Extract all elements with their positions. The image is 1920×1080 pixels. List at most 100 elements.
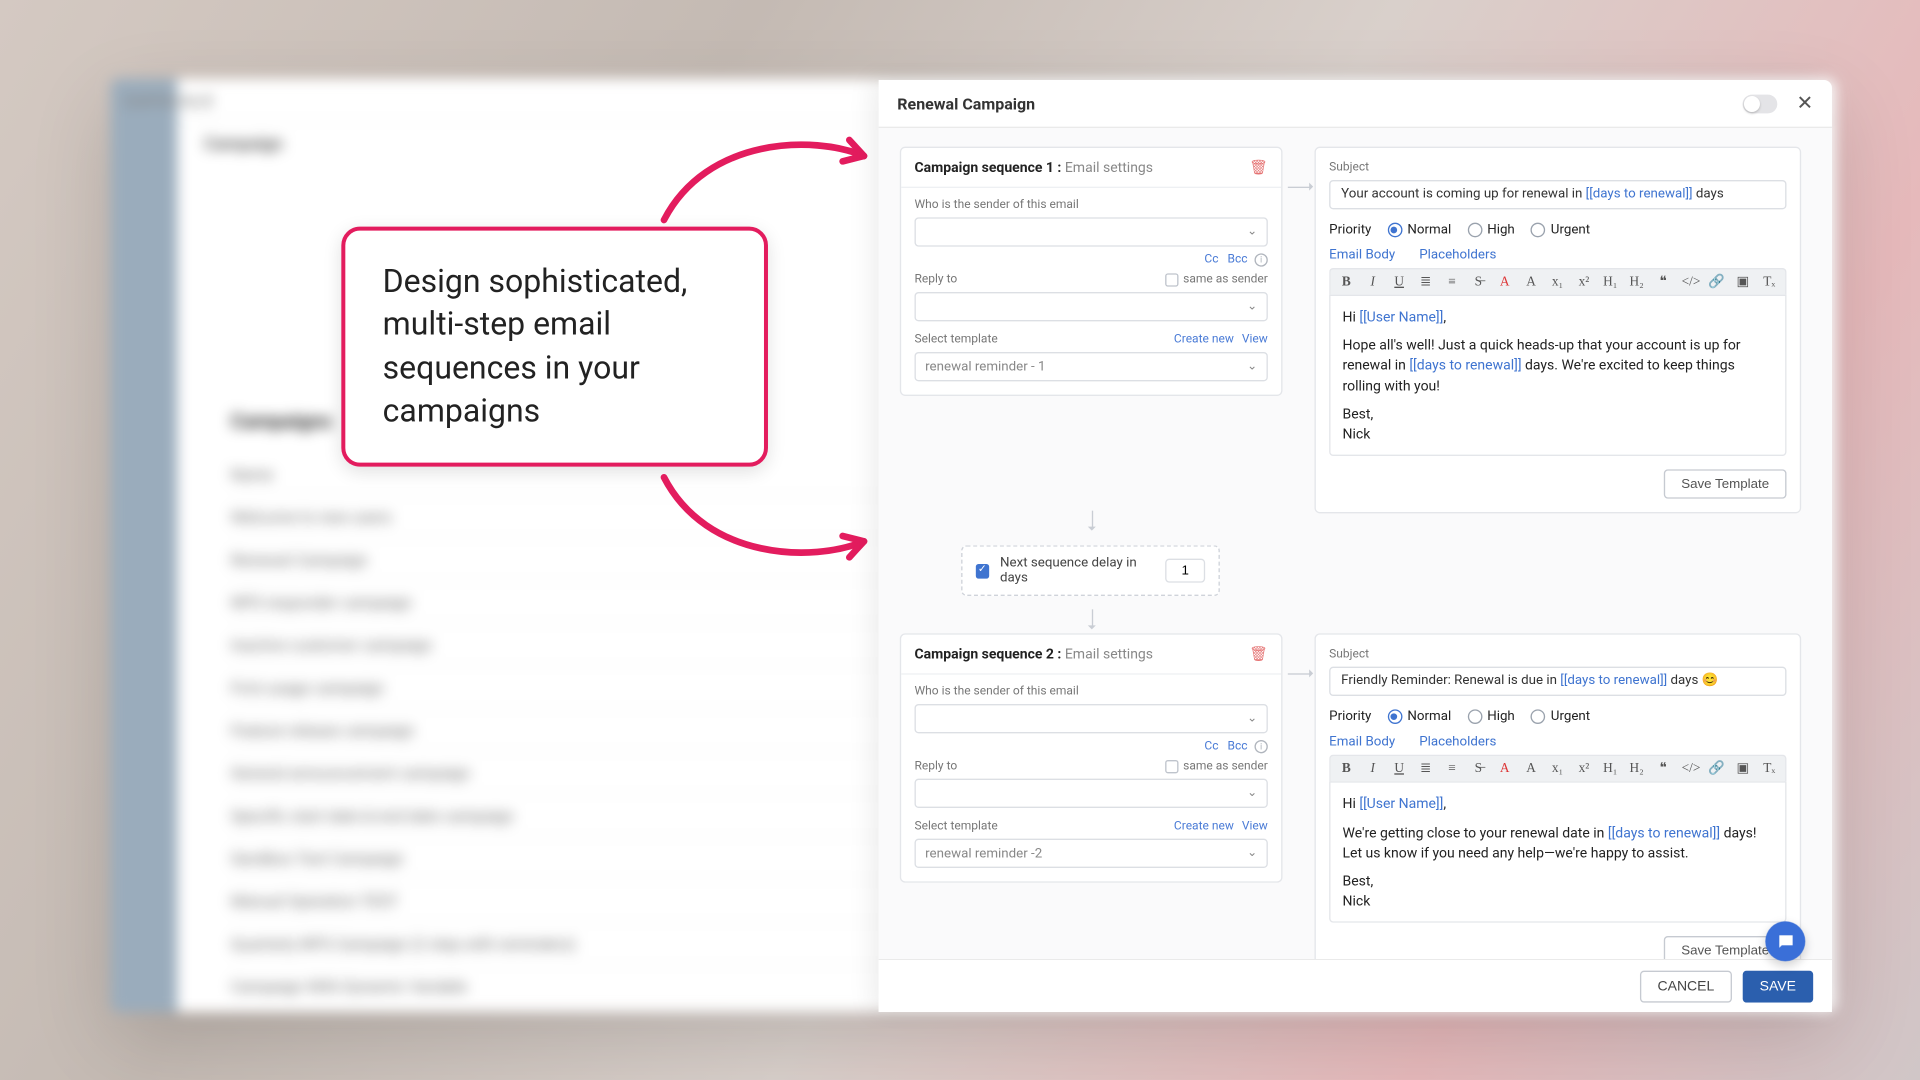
- same-sender-checkbox[interactable]: [1165, 760, 1178, 773]
- create-template-link[interactable]: Create new: [1174, 820, 1234, 833]
- subscript-icon[interactable]: x₁: [1550, 762, 1566, 777]
- h1-icon[interactable]: H₁: [1603, 762, 1619, 777]
- cancel-button[interactable]: CANCEL: [1640, 970, 1731, 1002]
- delete-icon[interactable]: 🗑: [1249, 159, 1268, 176]
- chevron-down-icon: ⌄: [1247, 712, 1257, 725]
- view-template-link[interactable]: View: [1242, 820, 1268, 833]
- cc-link[interactable]: Cc: [1205, 253, 1219, 266]
- superscript-icon[interactable]: x²: [1576, 762, 1592, 777]
- superscript-icon[interactable]: x²: [1576, 275, 1592, 290]
- code-icon[interactable]: </>: [1682, 762, 1698, 777]
- code-icon[interactable]: </>: [1682, 275, 1698, 290]
- modal-toggle[interactable]: [1743, 94, 1778, 113]
- tab-placeholders[interactable]: Placeholders: [1419, 735, 1496, 755]
- priority-high[interactable]: High: [1467, 223, 1515, 238]
- list-ol-icon[interactable]: ≣: [1418, 275, 1434, 290]
- reply-select[interactable]: ⌄: [915, 292, 1268, 321]
- arrow-bottom: [653, 467, 893, 574]
- create-template-link[interactable]: Create new: [1174, 333, 1234, 346]
- priority-urgent[interactable]: Urgent: [1531, 223, 1590, 238]
- template-select[interactable]: renewal reminder - 1⌄: [915, 352, 1268, 381]
- template-select[interactable]: renewal reminder -2⌄: [915, 839, 1268, 868]
- list-ul-icon[interactable]: ≡: [1444, 275, 1460, 290]
- list-ol-icon[interactable]: ≣: [1418, 762, 1434, 777]
- same-sender-checkbox[interactable]: [1165, 273, 1178, 286]
- feature-callout: Design sophisticated, multi-step email s…: [341, 227, 768, 466]
- editor-toolbar: B I U ≣ ≡ S̶ A A x₁ x² H₁ H₂ ❝ </>: [1329, 755, 1786, 782]
- subject-input[interactable]: Your account is coming up for renewal in…: [1329, 180, 1786, 209]
- sequence-card-1: Campaign sequence 1 : Email settings 🗑 W…: [900, 147, 1283, 396]
- cc-link[interactable]: Cc: [1205, 740, 1219, 753]
- subject-input[interactable]: Friendly Reminder: Renewal is due in [[d…: [1329, 667, 1786, 696]
- campaign-modal: Renewal Campaign ✕ Campaign sequence 1 :…: [879, 80, 1832, 1012]
- modal-footer: CANCEL SAVE: [879, 959, 1832, 1012]
- h2-icon[interactable]: H₂: [1629, 762, 1645, 777]
- chevron-down-icon: ⌄: [1247, 787, 1257, 800]
- bold-icon[interactable]: B: [1339, 275, 1355, 290]
- strike-icon[interactable]: S̶: [1471, 762, 1487, 777]
- connector-icon: [1092, 511, 1093, 530]
- modal-body: Campaign sequence 1 : Email settings 🗑 W…: [879, 128, 1832, 959]
- tab-email-body[interactable]: Email Body: [1329, 248, 1395, 268]
- editor-toolbar: B I U ≣ ≡ S̶ A A x₁ x² H₁ H₂ ❝ </>: [1329, 268, 1786, 295]
- connector-icon: [1288, 674, 1312, 675]
- email-body-editor[interactable]: Hi [[User Name]], Hope all's well! Just …: [1329, 295, 1786, 457]
- reply-select[interactable]: ⌄: [915, 779, 1268, 808]
- link-icon[interactable]: 🔗: [1708, 275, 1724, 290]
- priority-normal[interactable]: Normal: [1388, 710, 1452, 725]
- delete-icon[interactable]: 🗑: [1249, 646, 1268, 663]
- brand-logo: ZAPSCALE: [124, 92, 214, 111]
- save-template-button[interactable]: Save Template: [1664, 470, 1787, 499]
- bcc-link[interactable]: Bcc: [1228, 253, 1248, 266]
- highlight-icon[interactable]: A: [1523, 275, 1539, 290]
- chat-icon[interactable]: [1765, 921, 1805, 961]
- email-card-1: Subject Your account is coming up for re…: [1315, 147, 1802, 514]
- h2-icon[interactable]: H₂: [1629, 275, 1645, 290]
- sequence-card-2: Campaign sequence 2 : Email settings 🗑 W…: [900, 634, 1283, 883]
- list-ul-icon[interactable]: ≡: [1444, 762, 1460, 777]
- underline-icon[interactable]: U: [1391, 275, 1407, 290]
- priority-normal[interactable]: Normal: [1388, 223, 1452, 238]
- bold-icon[interactable]: B: [1339, 762, 1355, 777]
- info-icon[interactable]: i: [1255, 740, 1268, 753]
- italic-icon[interactable]: I: [1365, 762, 1381, 777]
- modal-title: Renewal Campaign: [897, 94, 1035, 113]
- section-heading: Campaigns: [231, 409, 332, 433]
- email-card-2: Subject Friendly Reminder: Renewal is du…: [1315, 634, 1802, 959]
- italic-icon[interactable]: I: [1365, 275, 1381, 290]
- delay-input[interactable]: [1165, 559, 1205, 583]
- save-button[interactable]: SAVE: [1742, 970, 1813, 1002]
- email-body-editor[interactable]: Hi [[User Name]], We're getting close to…: [1329, 782, 1786, 923]
- delay-checkbox[interactable]: [976, 564, 989, 579]
- link-icon[interactable]: 🔗: [1708, 762, 1724, 777]
- sender-label: Who is the sender of this email: [915, 199, 1268, 212]
- clear-icon[interactable]: Tₓ: [1761, 762, 1777, 777]
- priority-high[interactable]: High: [1467, 710, 1515, 725]
- strike-icon[interactable]: S̶: [1471, 275, 1487, 290]
- tab-email-body[interactable]: Email Body: [1329, 735, 1395, 755]
- underline-icon[interactable]: U: [1391, 762, 1407, 777]
- tab-placeholders[interactable]: Placeholders: [1419, 248, 1496, 268]
- font-color-icon[interactable]: A: [1497, 275, 1513, 290]
- image-icon[interactable]: ▣: [1735, 275, 1751, 290]
- sidebar: [111, 79, 178, 1012]
- quote-icon[interactable]: ❝: [1655, 762, 1671, 777]
- delay-box: Next sequence delay in days: [961, 546, 1220, 597]
- font-color-icon[interactable]: A: [1497, 762, 1513, 777]
- info-icon[interactable]: i: [1255, 253, 1268, 266]
- priority-urgent[interactable]: Urgent: [1531, 710, 1590, 725]
- image-icon[interactable]: ▣: [1735, 762, 1751, 777]
- quote-icon[interactable]: ❝: [1655, 275, 1671, 290]
- bcc-link[interactable]: Bcc: [1228, 740, 1248, 753]
- h1-icon[interactable]: H₁: [1603, 275, 1619, 290]
- sender-select[interactable]: ⌄: [915, 217, 1268, 246]
- close-icon[interactable]: ✕: [1797, 93, 1814, 113]
- priority-row: Priority Normal High Urgent: [1329, 223, 1786, 238]
- connector-icon: [1288, 187, 1312, 188]
- subscript-icon[interactable]: x₁: [1550, 275, 1566, 290]
- highlight-icon[interactable]: A: [1523, 762, 1539, 777]
- sender-select[interactable]: ⌄: [915, 704, 1268, 733]
- chevron-down-icon: ⌄: [1247, 300, 1257, 313]
- view-template-link[interactable]: View: [1242, 333, 1268, 346]
- clear-icon[interactable]: Tₓ: [1761, 275, 1777, 290]
